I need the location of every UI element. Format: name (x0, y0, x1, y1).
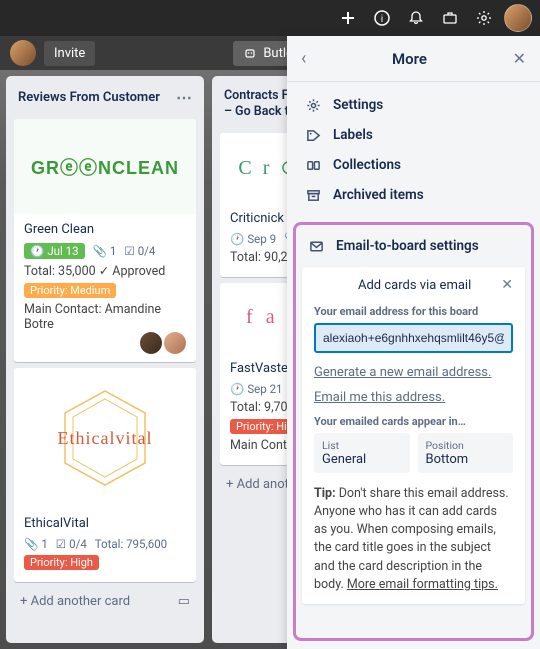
close-icon[interactable]: ✕ (513, 49, 526, 68)
menu-collections[interactable]: Collections (295, 150, 532, 180)
card-cover: Ethicalvital (14, 368, 196, 508)
add-icon[interactable] (334, 4, 362, 32)
priority-label: Priority: High (24, 555, 99, 570)
cover-text: GRⓔⓔNCLEAN (31, 154, 179, 180)
menu-label: Collections (333, 157, 401, 173)
tag-icon (305, 127, 321, 143)
briefcase-icon[interactable] (436, 4, 464, 32)
email-panel: Add cards via email ✕ Your email address… (302, 267, 525, 604)
mail-icon (308, 238, 324, 254)
check-badge: ☑ 0/4 (56, 537, 87, 551)
position-select[interactable]: Position Bottom (418, 433, 514, 473)
formatting-tips-link[interactable]: More email formatting tips. (347, 577, 498, 592)
badges-row: 📎 1 ☑ 0/4 Total: 795,600 (24, 537, 186, 551)
date-badge: 🕐 Sep 9 (230, 232, 276, 246)
member-avatar[interactable] (140, 332, 162, 354)
list-title: Reviews From Customer (18, 90, 160, 105)
stat-line: Total: 35,000 ✓ Approved (24, 263, 186, 279)
email-to-board-section: Email-to-board settings Add cards via em… (293, 222, 534, 641)
cover-text: Ethicalvital (58, 428, 153, 449)
attach-badge: 📎 1 (24, 537, 48, 551)
avatar[interactable] (504, 4, 532, 32)
invite-button[interactable]: Invite (44, 41, 95, 66)
field-label-email: Your email address for this board (314, 305, 513, 318)
date-badge: 🕐 Sep 21 (230, 382, 283, 396)
robot-icon (243, 46, 257, 60)
stat-line: Total: 795,600 (95, 537, 167, 551)
date-badge: 🕐 Jul 13 (24, 243, 85, 259)
add-card-button[interactable]: + Add another card ▭ (14, 588, 196, 611)
more-sidebar: ‹ More ✕ Settings Labels Collections Arc… (287, 36, 540, 649)
archive-icon (305, 187, 321, 203)
board-email-input[interactable] (314, 323, 513, 353)
menu-archived[interactable]: Archived items (295, 180, 532, 210)
panel-title: Add cards via email (328, 278, 501, 293)
card-green-clean[interactable]: GRⓔⓔNCLEAN Green Clean 🕐 Jul 13 📎 1 ☑ 0/… (14, 119, 196, 362)
bell-icon[interactable] (402, 4, 430, 32)
field-label-appear: Your emailed cards appear in… (314, 415, 513, 428)
gear-icon[interactable] (470, 4, 498, 32)
list-reviews: Reviews From Customer ⋯ GRⓔⓔNCLEAN Green… (6, 76, 204, 643)
menu-email-to-board[interactable]: Email-to-board settings (302, 231, 525, 261)
select-label: Position (426, 439, 506, 452)
menu-label: Labels (333, 127, 373, 143)
card-members (24, 332, 186, 354)
check-badge: ☑ 0/4 (124, 244, 155, 258)
info-icon[interactable]: i (368, 4, 396, 32)
menu-label: Settings (333, 97, 383, 113)
menu-label: Email-to-board settings (336, 238, 479, 254)
panel-close-icon[interactable]: ✕ (501, 277, 513, 293)
attach-badge: 📎 1 (93, 244, 117, 258)
member-avatar[interactable] (164, 332, 186, 354)
member-avatar[interactable] (10, 40, 36, 66)
template-icon[interactable]: ▭ (178, 594, 190, 609)
select-value: Bottom (426, 452, 506, 467)
list-select[interactable]: List General (314, 433, 410, 473)
menu-label: Archived items (333, 187, 424, 203)
svg-text:i: i (381, 14, 383, 25)
menu-settings[interactable]: Settings (295, 90, 532, 120)
priority-label: Priority: Medium (24, 283, 116, 298)
badges-row: 🕐 Jul 13 📎 1 ☑ 0/4 (24, 243, 186, 259)
contact-line: Main Contact: Amandine Botre (24, 302, 186, 332)
email-me-link[interactable]: Email me this address. (314, 390, 513, 405)
select-label: List (322, 439, 402, 452)
card-title: EthicalVital (24, 516, 186, 531)
sidebar-title: More (392, 50, 427, 68)
collections-icon (305, 157, 321, 173)
gear-icon (305, 97, 321, 113)
list-menu-icon[interactable]: ⋯ (176, 88, 192, 107)
back-icon[interactable]: ‹ (301, 48, 306, 69)
menu-list: Settings Labels Collections Archived ite… (287, 82, 540, 218)
card-title: Green Clean (24, 222, 186, 237)
list-title-row: Reviews From Customer ⋯ (14, 84, 196, 113)
select-row: List General Position Bottom (314, 433, 513, 473)
card-ethicalvital[interactable]: Ethicalvital EthicalVital 📎 1 ☑ 0/4 Tota… (14, 368, 196, 582)
panel-header: Add cards via email ✕ (314, 277, 513, 293)
tip-text: Tip: Don't share this email address. Any… (314, 485, 513, 594)
select-value: General (322, 452, 402, 467)
generate-email-link[interactable]: Generate a new email address. (314, 365, 513, 380)
menu-labels[interactable]: Labels (295, 120, 532, 150)
global-topbar: i (0, 0, 540, 36)
card-cover: GRⓔⓔNCLEAN (14, 119, 196, 214)
sidebar-header: ‹ More ✕ (287, 36, 540, 82)
